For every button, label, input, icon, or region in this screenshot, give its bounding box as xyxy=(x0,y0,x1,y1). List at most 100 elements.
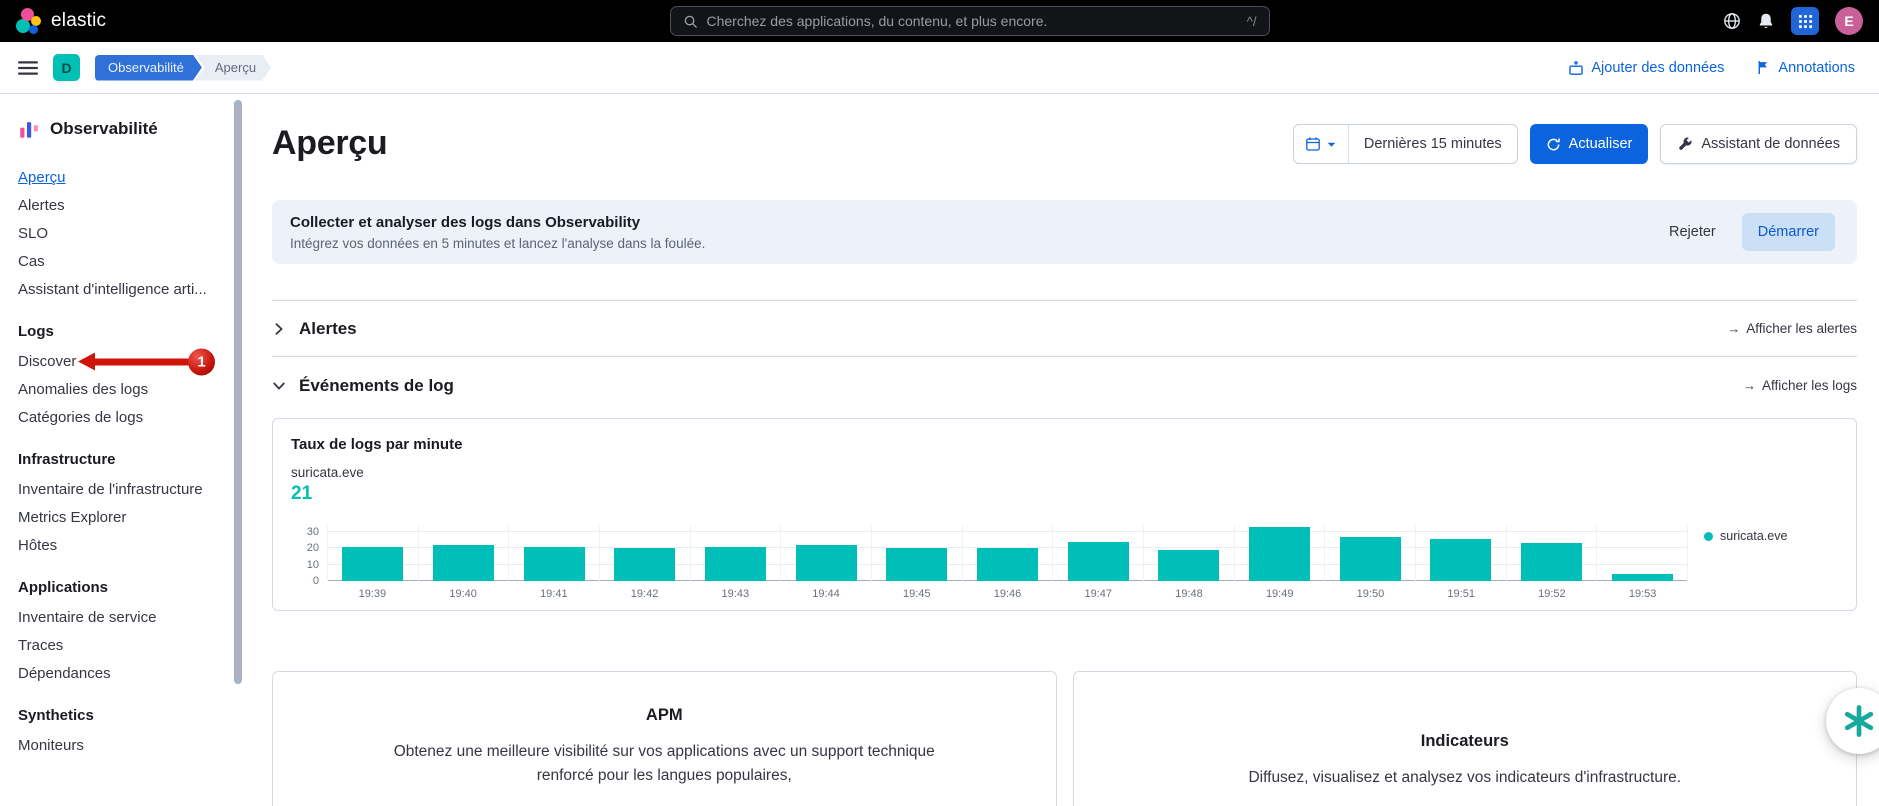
sidebar-item-apercu[interactable]: Aperçu xyxy=(18,168,226,187)
chart-bar-19:39[interactable] xyxy=(342,547,403,581)
sidebar: Observabilité Aperçu Alertes SLO Cas Assista… xyxy=(0,94,232,806)
sidebar-item-assistant-d-intelligence-arti[interactable]: Assistant d'intelligence arti... xyxy=(18,280,226,299)
annotations-button[interactable]: Annotations xyxy=(1756,60,1855,76)
refresh-button[interactable]: Actualiser xyxy=(1530,124,1649,164)
log-events-accordion-header[interactable]: Événements de log → Afficher les logs xyxy=(272,357,1857,414)
sidebar-scrollbar-thumb[interactable] xyxy=(234,100,242,684)
x-tick-label: 19:53 xyxy=(1597,588,1688,600)
main-content: Aperçu Dernières 15 minutes xyxy=(244,94,1879,806)
chart-bar-19:44[interactable] xyxy=(796,545,857,581)
add-data-button[interactable]: Ajouter des données xyxy=(1568,60,1724,76)
show-logs-link[interactable]: → Afficher les logs xyxy=(1743,378,1857,393)
add-data-icon xyxy=(1568,60,1584,76)
chart-bar-19:42[interactable] xyxy=(614,548,675,581)
show-alerts-link[interactable]: → Afficher les alertes xyxy=(1727,321,1857,336)
sidebar-item-categories-de-logs[interactable]: Catégories de logs xyxy=(18,408,226,427)
user-avatar[interactable]: E xyxy=(1835,7,1863,35)
chart-slot xyxy=(327,525,418,581)
x-tick-label: 19:41 xyxy=(508,588,599,600)
y-tick-label: 30 xyxy=(307,526,319,538)
chart-bar-19:52[interactable] xyxy=(1521,543,1582,581)
apm-card[interactable]: APM Obtenez une meilleure visibilité sur… xyxy=(272,671,1057,806)
chart-bar-19:50[interactable] xyxy=(1340,537,1401,581)
data-assistant-button[interactable]: Assistant de données xyxy=(1660,124,1857,164)
tutorial-annotation: 1 xyxy=(78,348,215,375)
metrics-card[interactable]: Indicateurs Diffusez, visualisez et anal… xyxy=(1073,671,1858,806)
refresh-label: Actualiser xyxy=(1569,136,1633,152)
date-quick-select-button[interactable] xyxy=(1294,125,1349,163)
chart-slot xyxy=(508,525,599,581)
y-tick-label: 20 xyxy=(307,542,319,554)
alerts-section-title: Alertes xyxy=(299,319,357,339)
sidebar-item-traces[interactable]: Traces xyxy=(18,636,226,655)
refresh-icon xyxy=(1546,137,1561,152)
chart-slot xyxy=(1506,525,1597,581)
chart-bar-19:45[interactable] xyxy=(886,548,947,581)
chart-series-name: suricata.eve xyxy=(291,465,1838,480)
sidebar-item-discover[interactable]: Discover1 xyxy=(18,352,226,371)
chart-bar-19:41[interactable] xyxy=(524,547,585,581)
alerts-accordion-header[interactable]: Alertes → Afficher les alertes xyxy=(272,300,1857,357)
chart-slot xyxy=(1143,525,1234,581)
sidebar-item-cas[interactable]: Cas xyxy=(18,252,226,271)
chart-bar-19:51[interactable] xyxy=(1430,539,1491,581)
sidebar-item-hotes[interactable]: Hôtes xyxy=(18,536,226,555)
space-badge[interactable]: D xyxy=(53,54,80,81)
sidebar-scrollbar[interactable] xyxy=(232,94,244,806)
page-controls: Dernières 15 minutes Actualiser Assistan… xyxy=(1293,124,1857,164)
x-tick-label: 19:51 xyxy=(1416,588,1507,600)
chart-bars xyxy=(327,525,1688,581)
sidebar-item-inventaire-de-service[interactable]: Inventaire de service xyxy=(18,608,226,627)
breadcrumb-observability[interactable]: Observabilité xyxy=(95,55,202,81)
chart-bar-19:53[interactable] xyxy=(1612,574,1673,581)
chart-y-axis: 3020100 xyxy=(291,525,327,581)
chart-current-value: 21 xyxy=(291,483,1838,505)
chart-legend[interactable]: suricata.eve xyxy=(1688,529,1838,543)
apm-card-title: APM xyxy=(273,706,1056,725)
banner-actions: Rejeter Démarrer xyxy=(1669,213,1839,251)
chart-bar-19:47[interactable] xyxy=(1068,542,1129,581)
menu-hamburger-icon[interactable] xyxy=(18,58,38,78)
dismiss-button[interactable]: Rejeter xyxy=(1669,224,1716,240)
x-tick-label: 19:43 xyxy=(690,588,781,600)
global-search-input[interactable]: Cherchez des applications, du contenu, e… xyxy=(670,6,1270,36)
chart-bar-19:49[interactable] xyxy=(1249,527,1310,581)
log-events-section-title: Événements de log xyxy=(299,376,454,396)
search-area: Cherchez des applications, du contenu, e… xyxy=(236,6,1703,36)
x-tick-label: 19:40 xyxy=(418,588,509,600)
sidebar-item-moniteurs[interactable]: Moniteurs xyxy=(18,736,226,755)
elastic-brand[interactable]: elastic xyxy=(16,8,236,34)
x-tick-label: 19:42 xyxy=(599,588,690,600)
sidebar-item-metrics-explorer[interactable]: Metrics Explorer xyxy=(18,508,226,527)
date-range-button[interactable]: Dernières 15 minutes xyxy=(1349,125,1517,163)
show-alerts-label: Afficher les alertes xyxy=(1746,321,1857,336)
date-picker: Dernières 15 minutes xyxy=(1293,124,1518,164)
chart-bar-19:46[interactable] xyxy=(977,548,1038,581)
start-button[interactable]: Démarrer xyxy=(1742,213,1835,251)
sidebar-item-inventaire-de-l-infrastructure[interactable]: Inventaire de l'infrastructure xyxy=(18,480,226,499)
sidebar-header: Observabilité xyxy=(18,118,226,140)
global-header: elastic Cherchez des applications, du co… xyxy=(0,0,1879,42)
chart-plot-column: 19:3919:4019:4119:4219:4319:4419:4519:46… xyxy=(327,525,1688,600)
chart-bar-19:43[interactable] xyxy=(705,547,766,581)
feature-cards: APM Obtenez une meilleure visibilité sur… xyxy=(272,671,1857,806)
observability-logo-icon xyxy=(18,118,40,140)
notifications-bell-icon[interactable] xyxy=(1757,12,1775,30)
sidebar-item-dependances[interactable]: Dépendances xyxy=(18,664,226,683)
chart-bar-19:48[interactable] xyxy=(1158,550,1219,581)
chart-body: 3020100 19:3919:4019:4119:4219:4319:4419… xyxy=(291,525,1838,600)
chart-slot xyxy=(962,525,1053,581)
banner-subtitle: Intégrez vos données en 5 minutes et lan… xyxy=(290,236,705,251)
breadcrumb-overview[interactable]: Aperçu xyxy=(195,55,271,81)
apps-grid-button[interactable] xyxy=(1791,7,1819,35)
chart-bar-19:40[interactable] xyxy=(433,545,494,581)
search-placeholder: Cherchez des applications, du contenu, e… xyxy=(707,13,1238,29)
sidebar-item-anomalies-des-logs[interactable]: Anomalies des logs xyxy=(18,380,226,399)
sidebar-title: Observabilité xyxy=(50,119,158,139)
sidebar-item-alertes[interactable]: Alertes xyxy=(18,196,226,215)
arrow-right-icon: → xyxy=(1743,378,1756,393)
chart-slot xyxy=(1052,525,1143,581)
x-tick-label: 19:45 xyxy=(871,588,962,600)
globe-icon[interactable] xyxy=(1723,12,1741,30)
sidebar-item-slo[interactable]: SLO xyxy=(18,224,226,243)
